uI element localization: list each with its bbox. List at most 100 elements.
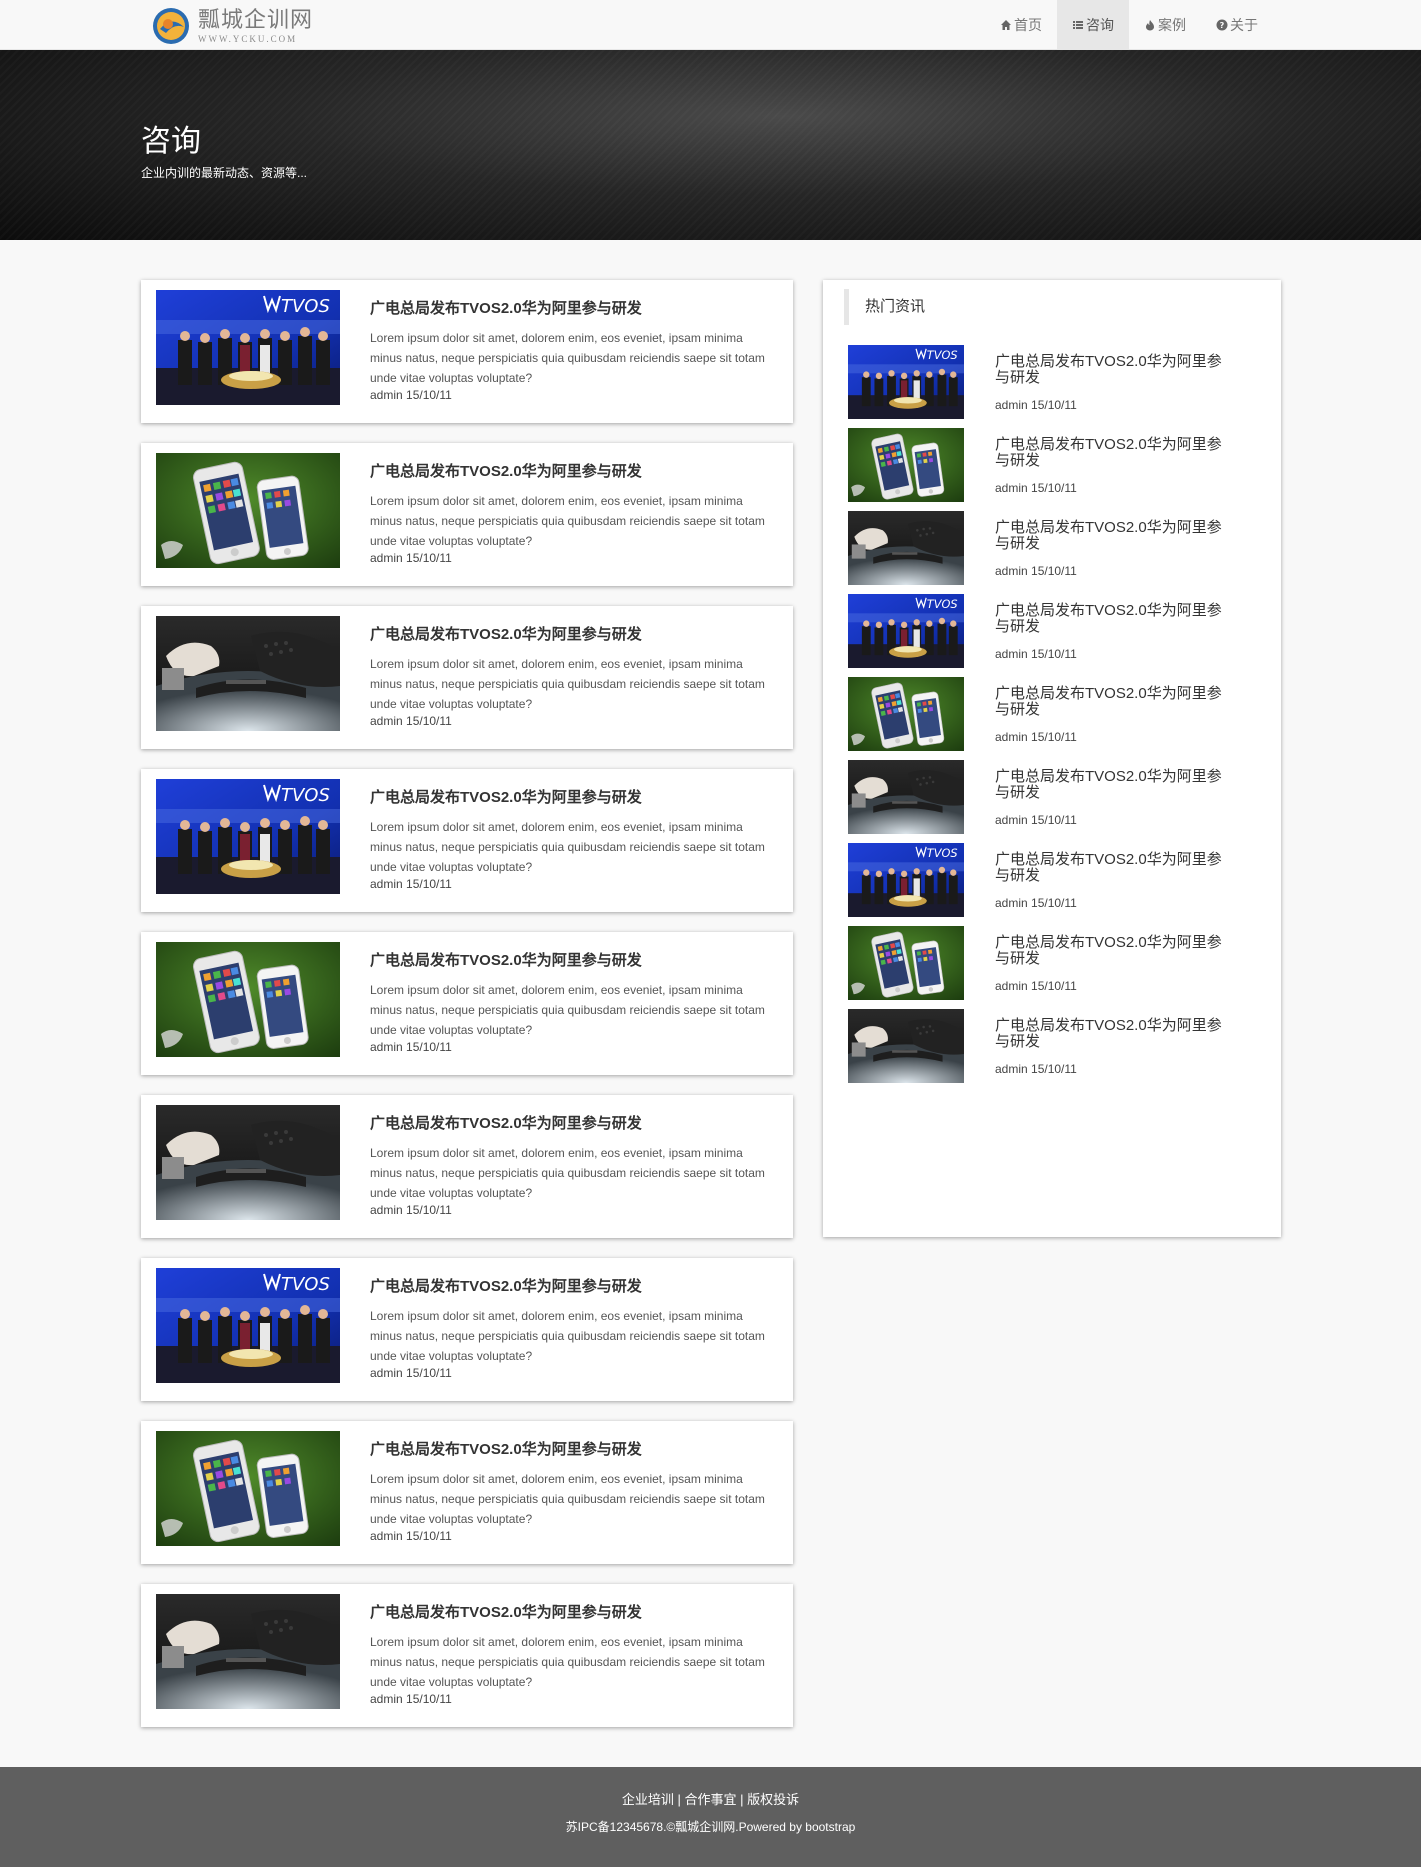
- svg-text:TVOS: TVOS: [281, 785, 330, 806]
- hands-on-device-photo: [156, 1594, 340, 1709]
- hot-news-thumbnail[interactable]: TVOS: [848, 843, 964, 917]
- article-excerpt: Lorem ipsum dolor sit amet, dolorem enim…: [370, 1309, 765, 1363]
- article-title[interactable]: 广电总局发布TVOS2.0华为阿里参与研发: [370, 623, 642, 644]
- iphones-on-grass-photo: [848, 428, 964, 502]
- hot-news-title[interactable]: 广电总局发布TVOS2.0华为阿里参与研发: [995, 1018, 1235, 1050]
- article-excerpt: Lorem ipsum dolor sit amet, dolorem enim…: [370, 983, 765, 1037]
- article-list: TVOS 广电总局发布TVOS2.0华为阿里参与研发 Lorem ipsum do…: [141, 280, 793, 1747]
- svg-text:TVOS: TVOS: [927, 846, 958, 860]
- hot-news-heading: 热门资讯: [844, 289, 925, 325]
- hot-news-title[interactable]: 广电总局发布TVOS2.0华为阿里参与研发: [995, 769, 1235, 801]
- nav-item-home[interactable]: 首页: [985, 0, 1057, 50]
- hot-news-item[interactable]: 广电总局发布TVOS2.0华为阿里参与研发 admin 15/10/11: [848, 428, 1268, 502]
- article-thumbnail[interactable]: [156, 1431, 340, 1546]
- article-card[interactable]: TVOS 广电总局发布TVOS2.0华为阿里参与研发 Lorem ipsum do…: [141, 1258, 793, 1401]
- hot-news-meta: admin 15/10/11: [995, 896, 1077, 910]
- article-thumbnail[interactable]: [156, 453, 340, 568]
- hot-news-title[interactable]: 广电总局发布TVOS2.0华为阿里参与研发: [995, 686, 1235, 718]
- hot-news-title[interactable]: 广电总局发布TVOS2.0华为阿里参与研发: [995, 935, 1235, 967]
- footer-copyright: 苏IPC备12345678.©瓢城企训网.Powered by bootstra…: [565, 1820, 856, 1834]
- hot-news-thumbnail[interactable]: [848, 1009, 964, 1083]
- footer-separator: |: [673, 1792, 685, 1807]
- article-excerpt: Lorem ipsum dolor sit amet, dolorem enim…: [370, 1635, 765, 1689]
- article-meta: admin 15/10/11: [370, 388, 452, 402]
- article-card[interactable]: 广电总局发布TVOS2.0华为阿里参与研发 Lorem ipsum dolor s…: [141, 932, 793, 1075]
- list-icon: [1073, 21, 1083, 29]
- hot-news-item[interactable]: TVOS 广电总局发布TVOS2.0华为阿里参与研发 admin 15/10/11: [848, 594, 1268, 668]
- article-thumbnail[interactable]: TVOS: [156, 1268, 340, 1383]
- hot-news-meta: admin 15/10/11: [995, 398, 1077, 412]
- iphones-on-grass-photo: [156, 1431, 340, 1546]
- hot-news-item[interactable]: TVOS 广电总局发布TVOS2.0华为阿里参与研发 admin 15/10/11: [848, 345, 1268, 419]
- hot-news-title[interactable]: 广电总局发布TVOS2.0华为阿里参与研发: [995, 437, 1235, 469]
- nav-label-consult: 咨询: [1086, 17, 1114, 33]
- article-thumbnail[interactable]: [156, 1594, 340, 1709]
- hot-news-item[interactable]: 广电总局发布TVOS2.0华为阿里参与研发 admin 15/10/11: [848, 1009, 1268, 1083]
- svg-text:?: ?: [1220, 21, 1225, 30]
- tvos-event-photo: TVOS: [156, 290, 340, 405]
- article-title[interactable]: 广电总局发布TVOS2.0华为阿里参与研发: [370, 1275, 642, 1296]
- hot-news-item[interactable]: 广电总局发布TVOS2.0华为阿里参与研发 admin 15/10/11: [848, 677, 1268, 751]
- article-meta: admin 15/10/11: [370, 551, 452, 565]
- footer-link-cooperation[interactable]: 合作事宜: [684, 1792, 736, 1807]
- footer-link-training[interactable]: 企业培训: [622, 1792, 674, 1807]
- article-title[interactable]: 广电总局发布TVOS2.0华为阿里参与研发: [370, 949, 642, 970]
- hot-news-item[interactable]: TVOS 广电总局发布TVOS2.0华为阿里参与研发 admin 15/10/11: [848, 843, 1268, 917]
- nav-item-consult[interactable]: 咨询: [1057, 0, 1129, 50]
- article-card[interactable]: 广电总局发布TVOS2.0华为阿里参与研发 Lorem ipsum dolor s…: [141, 1421, 793, 1564]
- hot-news-meta: admin 15/10/11: [995, 564, 1077, 578]
- page-hero: 咨询 企业内训的最新动态、资源等...: [0, 50, 1421, 240]
- article-card[interactable]: TVOS 广电总局发布TVOS2.0华为阿里参与研发 Lorem ipsum do…: [141, 769, 793, 912]
- footer-links: 企业培训 | 合作事宜 | 版权投诉: [0, 1789, 1421, 1808]
- hot-news-meta: admin 15/10/11: [995, 481, 1077, 495]
- article-meta: admin 15/10/11: [370, 1040, 452, 1054]
- hot-news-item[interactable]: 广电总局发布TVOS2.0华为阿里参与研发 admin 15/10/11: [848, 511, 1268, 585]
- article-card[interactable]: TVOS 广电总局发布TVOS2.0华为阿里参与研发 Lorem ipsum do…: [141, 280, 793, 423]
- question-circle-icon: ?: [1216, 19, 1228, 31]
- article-thumbnail[interactable]: [156, 616, 340, 731]
- hot-news-item[interactable]: 广电总局发布TVOS2.0华为阿里参与研发 admin 15/10/11: [848, 926, 1268, 1000]
- article-excerpt: Lorem ipsum dolor sit amet, dolorem enim…: [370, 1472, 765, 1526]
- article-thumbnail[interactable]: [156, 942, 340, 1057]
- article-card[interactable]: 广电总局发布TVOS2.0华为阿里参与研发 Lorem ipsum dolor s…: [141, 443, 793, 586]
- nav-item-cases[interactable]: 案例: [1129, 0, 1201, 50]
- hot-news-thumbnail[interactable]: TVOS: [848, 345, 964, 419]
- article-card[interactable]: 广电总局发布TVOS2.0华为阿里参与研发 Lorem ipsum dolor s…: [141, 1095, 793, 1238]
- article-excerpt: Lorem ipsum dolor sit amet, dolorem enim…: [370, 494, 765, 548]
- article-thumbnail[interactable]: TVOS: [156, 779, 340, 894]
- hot-news-thumbnail[interactable]: [848, 926, 964, 1000]
- article-card[interactable]: 广电总局发布TVOS2.0华为阿里参与研发 Lorem ipsum dolor s…: [141, 606, 793, 749]
- brand-title: 瓢城企训网: [198, 6, 314, 32]
- article-title[interactable]: 广电总局发布TVOS2.0华为阿里参与研发: [370, 786, 642, 807]
- page-subtitle: 企业内训的最新动态、资源等...: [141, 166, 308, 180]
- hot-news-title[interactable]: 广电总局发布TVOS2.0华为阿里参与研发: [995, 603, 1235, 635]
- footer-link-copyright-complaint[interactable]: 版权投诉: [747, 1792, 799, 1807]
- nav-item-about[interactable]: ? 关于: [1201, 0, 1273, 50]
- article-thumbnail[interactable]: [156, 1105, 340, 1220]
- hot-news-thumbnail[interactable]: [848, 511, 964, 585]
- article-title[interactable]: 广电总局发布TVOS2.0华为阿里参与研发: [370, 1112, 642, 1133]
- hands-on-device-photo: [156, 1105, 340, 1220]
- article-meta: admin 15/10/11: [370, 877, 452, 891]
- hot-news-title[interactable]: 广电总局发布TVOS2.0华为阿里参与研发: [995, 852, 1235, 884]
- hot-news-item[interactable]: 广电总局发布TVOS2.0华为阿里参与研发 admin 15/10/11: [848, 760, 1268, 834]
- site-logo[interactable]: 瓢城企训网 WWW.YCKU.COM: [152, 7, 313, 45]
- iphones-on-grass-photo: [848, 926, 964, 1000]
- article-card[interactable]: 广电总局发布TVOS2.0华为阿里参与研发 Lorem ipsum dolor s…: [141, 1584, 793, 1727]
- nav-label-about: 关于: [1230, 17, 1258, 33]
- hot-news-thumbnail[interactable]: [848, 760, 964, 834]
- hot-news-thumbnail[interactable]: [848, 428, 964, 502]
- hot-news-title[interactable]: 广电总局发布TVOS2.0华为阿里参与研发: [995, 520, 1235, 552]
- article-title[interactable]: 广电总局发布TVOS2.0华为阿里参与研发: [370, 460, 642, 481]
- article-title[interactable]: 广电总局发布TVOS2.0华为阿里参与研发: [370, 1601, 642, 1622]
- hot-news-thumbnail[interactable]: [848, 677, 964, 751]
- article-excerpt: Lorem ipsum dolor sit amet, dolorem enim…: [370, 331, 765, 385]
- hot-news-panel: 热门资讯 TVOS 广电总局发布TVOS2.0华为阿里参与研发 admin 15…: [823, 280, 1281, 1237]
- hot-news-title[interactable]: 广电总局发布TVOS2.0华为阿里参与研发: [995, 354, 1235, 386]
- svg-text:TVOS: TVOS: [281, 1274, 330, 1295]
- article-title[interactable]: 广电总局发布TVOS2.0华为阿里参与研发: [370, 1438, 642, 1459]
- article-meta: admin 15/10/11: [370, 1203, 452, 1217]
- hot-news-thumbnail[interactable]: TVOS: [848, 594, 964, 668]
- article-title[interactable]: 广电总局发布TVOS2.0华为阿里参与研发: [370, 297, 642, 318]
- article-thumbnail[interactable]: TVOS: [156, 290, 340, 405]
